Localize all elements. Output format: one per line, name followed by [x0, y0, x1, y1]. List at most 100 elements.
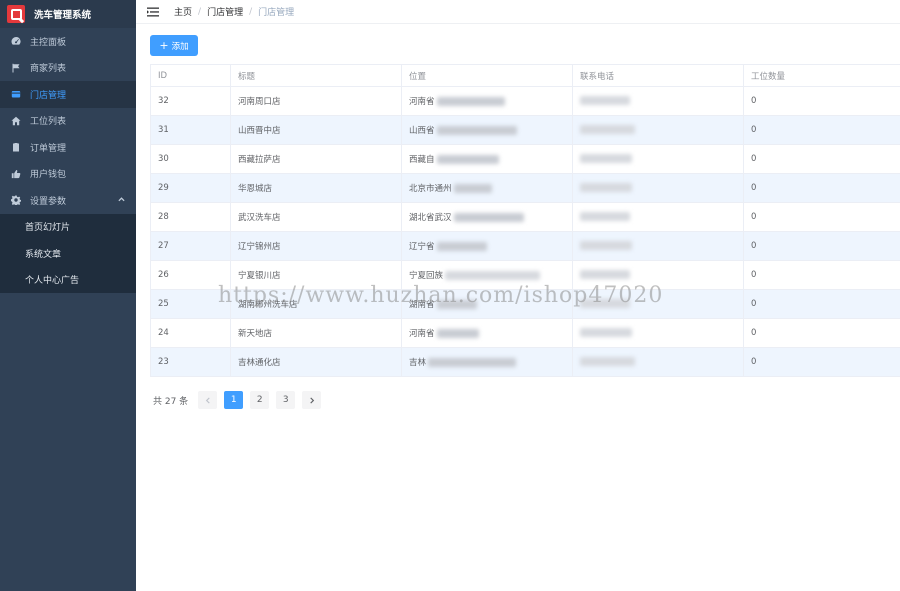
sidebar-item-label: 商家列表: [30, 64, 67, 75]
cell-phone: [572, 231, 744, 261]
redacted-text: [436, 329, 479, 338]
pagination: 共 27 条 1 2 3: [153, 391, 328, 409]
sidebar-item-orders[interactable]: 订单管理: [0, 134, 136, 161]
brand: 洗车管理系统: [0, 0, 136, 28]
submenu-item-ads[interactable]: 个人中心广告: [0, 267, 136, 294]
cell-title: 宁夏银川店: [230, 260, 402, 290]
cell-location: 湖南省: [401, 289, 573, 319]
store-icon: [10, 89, 21, 100]
cell-id: 32: [150, 86, 231, 116]
redacted-text: [580, 357, 635, 366]
cell-stations: 0: [743, 144, 900, 174]
breadcrumb-separator: /: [249, 6, 253, 17]
sidebar-menu: 主控面板 商家列表 门店管理 工位列表 订单管理 用户钱包 设置参数: [0, 28, 136, 214]
cell-stations: 0: [743, 260, 900, 290]
cell-title: 河南周口店: [230, 86, 402, 116]
column-header-location[interactable]: 位置: [401, 64, 573, 87]
cell-id: 23: [150, 347, 231, 377]
table-row[interactable]: 25 湖南郴州洗车店 湖南省 0: [150, 289, 900, 319]
prev-page-button[interactable]: [198, 391, 218, 409]
submenu-item-articles[interactable]: 系统文章: [0, 240, 136, 267]
table-row[interactable]: 28 武汉洗车店 湖北省武汉 0: [150, 202, 900, 232]
page-button-3[interactable]: 3: [276, 391, 296, 409]
cell-stations: 0: [743, 289, 900, 319]
sidebar-item-label: 工位列表: [30, 117, 67, 128]
sidebar-item-stores[interactable]: 门店管理: [0, 81, 136, 108]
location-text: 宁夏回族: [409, 271, 444, 281]
sidebar-item-label: 门店管理: [30, 90, 67, 101]
redacted-text: [428, 358, 517, 367]
redacted-text: [580, 270, 630, 279]
cell-location: 北京市通州: [401, 173, 573, 203]
cell-location: 湖北省武汉: [401, 202, 573, 232]
column-header-stations[interactable]: 工位数量: [743, 64, 900, 87]
cell-stations: 0: [743, 173, 900, 203]
table-row[interactable]: 23 吉林通化店 吉林 0: [150, 347, 900, 377]
cell-location: 宁夏回族: [401, 260, 573, 290]
redacted-text: [580, 328, 632, 337]
breadcrumb-section[interactable]: 门店管理: [207, 5, 243, 18]
cell-phone: [572, 318, 744, 348]
redacted-text: [436, 97, 505, 106]
column-header-title[interactable]: 标题: [230, 64, 402, 87]
sidebar-item-dashboard[interactable]: 主控面板: [0, 28, 136, 55]
pagination-total: 共 27 条: [153, 396, 189, 407]
cell-phone: [572, 144, 744, 174]
table-row[interactable]: 24 新天地店 河南省 0: [150, 318, 900, 348]
table-row[interactable]: 27 辽宁锦州店 辽宁省 0: [150, 231, 900, 261]
sidebar-item-label: 主控面板: [30, 37, 67, 48]
redacted-text: [436, 155, 499, 164]
location-text: 湖南省: [409, 300, 435, 310]
next-page-button[interactable]: [302, 391, 322, 409]
location-text: 辽宁省: [409, 242, 435, 252]
cell-title: 辽宁锦州店: [230, 231, 402, 261]
table-body: 32 河南周口店 河南省 0 31 山西晋中店 山西省 0 30 西藏拉萨店 西…: [150, 86, 900, 377]
cell-id: 26: [150, 260, 231, 290]
cell-stations: 0: [743, 86, 900, 116]
location-text: 山西省: [409, 126, 435, 136]
cell-title: 西藏拉萨店: [230, 144, 402, 174]
top-header: 主页 / 门店管理 / 门店管理: [136, 0, 900, 24]
cell-id: 25: [150, 289, 231, 319]
cell-location: 河南省: [401, 318, 573, 348]
submenu-item-slideshow[interactable]: 首页幻灯片: [0, 214, 136, 241]
sidebar-item-wallet[interactable]: 用户钱包: [0, 161, 136, 188]
sidebar-item-stations[interactable]: 工位列表: [0, 108, 136, 135]
column-header-phone[interactable]: 联系电话: [572, 64, 744, 87]
hamburger-icon[interactable]: [147, 7, 159, 17]
redacted-text: [580, 212, 630, 221]
cell-phone: [572, 289, 744, 319]
sidebar-item-label: 订单管理: [30, 143, 67, 154]
stores-table: ID 标题 位置 联系电话 工位数量 32 河南周口店 河南省 0 31 山西晋…: [150, 64, 900, 377]
cell-stations: 0: [743, 202, 900, 232]
sidebar-item-settings[interactable]: 设置参数: [0, 187, 136, 214]
cell-stations: 0: [743, 231, 900, 261]
cell-phone: [572, 115, 744, 145]
breadcrumb-home[interactable]: 主页: [174, 5, 192, 18]
table-row[interactable]: 26 宁夏银川店 宁夏回族 0: [150, 260, 900, 290]
cell-location: 山西省: [401, 115, 573, 145]
cell-title: 山西晋中店: [230, 115, 402, 145]
location-text: 吉林: [409, 358, 427, 368]
table-row[interactable]: 31 山西晋中店 山西省 0: [150, 115, 900, 145]
table-row[interactable]: 29 华恩城店 北京市通州 0: [150, 173, 900, 203]
page-button-2[interactable]: 2: [250, 391, 270, 409]
cell-phone: [572, 347, 744, 377]
sidebar-item-label: 用户钱包: [30, 170, 67, 181]
table-row[interactable]: 30 西藏拉萨店 西藏自 0: [150, 144, 900, 174]
redacted-text: [580, 154, 632, 163]
cell-title: 湖南郴州洗车店: [230, 289, 402, 319]
location-text: 河南省: [409, 97, 435, 107]
table-row[interactable]: 32 河南周口店 河南省 0: [150, 86, 900, 116]
location-text: 北京市通州: [409, 184, 452, 194]
column-header-id[interactable]: ID: [150, 64, 231, 87]
app-title: 洗车管理系统: [34, 10, 92, 21]
sidebar: 洗车管理系统 主控面板 商家列表 门店管理 工位列表 订单管理 用户钱包 设置参…: [0, 0, 136, 591]
dashboard-icon: [10, 36, 21, 47]
breadcrumb-separator: /: [198, 6, 202, 17]
add-button[interactable]: + 添加: [150, 35, 198, 56]
sidebar-item-merchants[interactable]: 商家列表: [0, 55, 136, 82]
page-button-1[interactable]: 1: [224, 391, 244, 409]
sidebar-item-label: 设置参数: [30, 196, 67, 207]
cell-location: 辽宁省: [401, 231, 573, 261]
